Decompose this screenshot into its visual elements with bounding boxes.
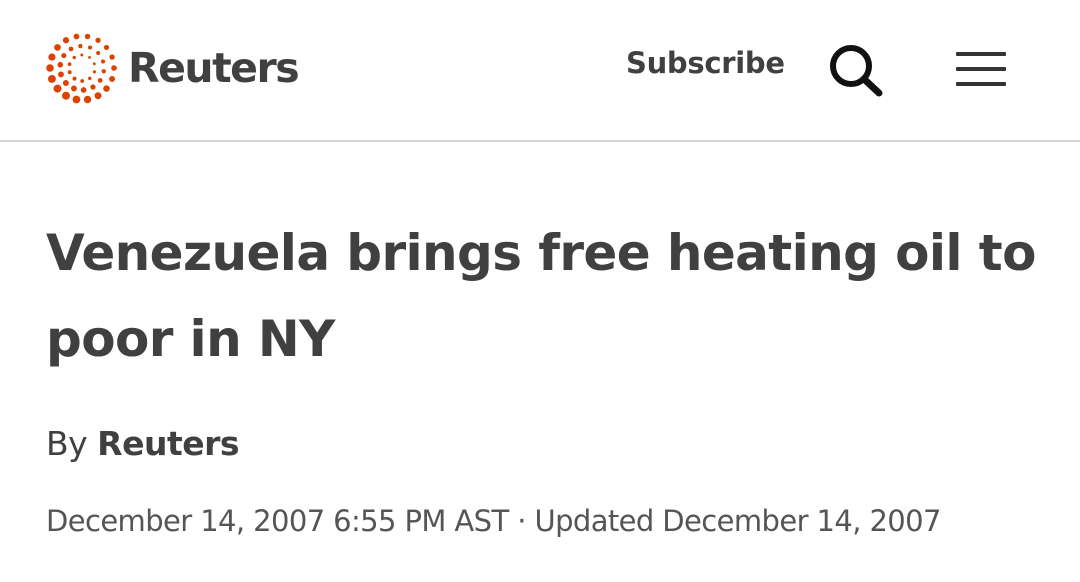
logo-dot bbox=[94, 92, 102, 100]
brand-name: Reuters bbox=[128, 44, 300, 92]
logo-dot bbox=[83, 95, 92, 104]
logo-dot bbox=[62, 91, 70, 100]
logo-dot bbox=[80, 87, 87, 93]
logo-dot bbox=[92, 62, 96, 66]
logo-dot bbox=[67, 70, 72, 75]
logo-dot bbox=[97, 77, 103, 83]
logo-dot bbox=[101, 69, 106, 74]
subscribe-button[interactable]: Subscribe bbox=[626, 46, 785, 80]
logo-dot bbox=[62, 79, 69, 86]
logo-dot bbox=[62, 37, 70, 44]
logo-dot bbox=[53, 84, 62, 93]
article-dateline: December 14, 2007 6:55 PM AST · Updated … bbox=[46, 504, 941, 538]
logo-dot bbox=[57, 61, 64, 68]
logo-dot bbox=[70, 85, 77, 92]
reuters-logo[interactable]: Reuters bbox=[44, 30, 300, 106]
article-headline: Venezuela brings free heating oil to poo… bbox=[46, 224, 1036, 368]
logo-dot bbox=[109, 75, 116, 82]
updated-timestamp: Updated December 14, 2007 bbox=[534, 504, 941, 538]
logo-dot bbox=[80, 79, 85, 83]
logo-dot bbox=[61, 53, 67, 59]
logo-dot bbox=[58, 71, 64, 78]
logo-dot bbox=[73, 33, 80, 40]
logo-dot bbox=[96, 51, 101, 56]
logo-dot bbox=[100, 59, 106, 64]
logo-dot bbox=[54, 44, 61, 51]
logo-dot bbox=[68, 46, 74, 52]
logo-dot bbox=[88, 76, 92, 81]
logo-dot bbox=[72, 55, 76, 60]
logo-dot bbox=[78, 43, 83, 49]
logo-dot bbox=[88, 45, 93, 50]
logo-dot bbox=[92, 70, 96, 74]
logo-dot bbox=[46, 64, 54, 72]
logo-dot bbox=[103, 85, 110, 92]
logo-dot bbox=[48, 53, 56, 61]
reuters-logo-mark-icon bbox=[46, 33, 117, 104]
search-icon[interactable] bbox=[826, 42, 886, 98]
logo-dot bbox=[72, 76, 77, 81]
byline-author-link[interactable]: Reuters bbox=[97, 424, 239, 463]
logo-dot bbox=[88, 55, 91, 59]
article-byline: By Reuters bbox=[46, 424, 240, 463]
published-timestamp: December 14, 2007 6:55 PM AST bbox=[46, 504, 509, 538]
logo-dot bbox=[103, 44, 110, 51]
logo-dot bbox=[95, 37, 101, 43]
site-header: Reuters Subscribe bbox=[0, 0, 1080, 142]
logo-dot bbox=[48, 75, 56, 83]
logo-dot bbox=[90, 84, 96, 90]
logo-dot bbox=[67, 62, 72, 66]
hamburger-menu-icon[interactable] bbox=[955, 50, 1007, 88]
logo-dot bbox=[111, 65, 117, 71]
logo-dot bbox=[109, 54, 115, 60]
date-separator: · bbox=[508, 504, 535, 538]
logo-dot bbox=[80, 53, 84, 57]
byline-prefix: By bbox=[46, 424, 88, 463]
logo-dot bbox=[84, 33, 91, 40]
logo-dot bbox=[72, 95, 81, 104]
